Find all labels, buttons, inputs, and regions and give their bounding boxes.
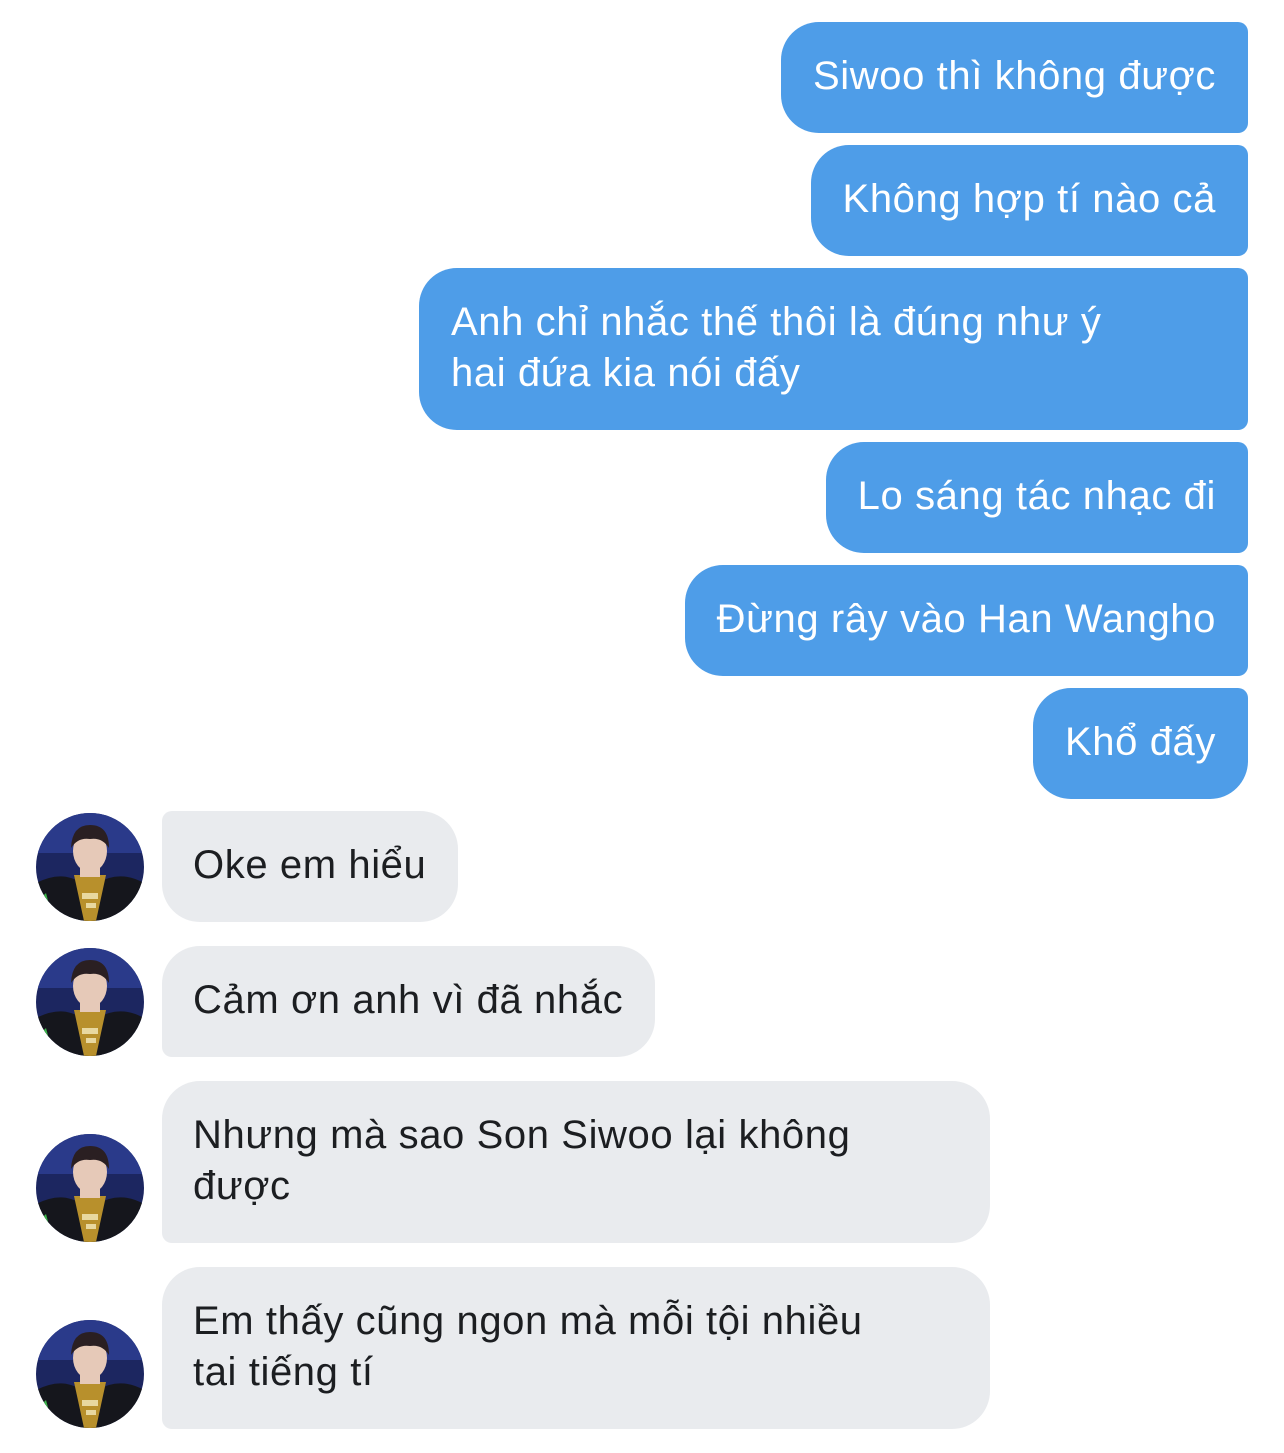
message-text: Oke em hiểu [193, 843, 427, 887]
incoming-message[interactable]: Nhưng mà sao Son Siwoo lại không được [162, 1081, 990, 1243]
message-text: Cảm ơn anh vì đã nhắc [193, 978, 624, 1022]
message-text: Siwoo thì không được [813, 54, 1216, 98]
message-text-line: Em thấy cũng ngon mà mỗi tội nhiều [193, 1299, 863, 1343]
message-text: Lo sáng tác nhạc đi [857, 474, 1216, 518]
outgoing-message[interactable]: Không hợp tí nào cả [810, 145, 1248, 256]
outgoing-message[interactable]: Anh chỉ nhắc thế thôi là đúng như ý hai … [419, 268, 1248, 430]
message-text-line: hai đứa kia nói đấy [451, 351, 801, 395]
contact-avatar[interactable] [36, 1134, 144, 1242]
message-text-line: Nhưng mà sao Son Siwoo lại không [193, 1113, 851, 1157]
contact-avatar[interactable] [36, 948, 144, 1056]
message-text-line: tai tiếng tí [193, 1350, 374, 1394]
outgoing-message[interactable]: Khổ đấy [1033, 688, 1248, 799]
profile-photo-avatar-icon [36, 948, 144, 1056]
incoming-message[interactable]: Em thấy cũng ngon mà mỗi tội nhiều tai t… [162, 1267, 990, 1429]
profile-photo-avatar-icon [36, 1134, 144, 1242]
profile-photo-avatar-icon [36, 813, 144, 921]
message-text: Khổ đấy [1065, 720, 1216, 764]
contact-avatar[interactable] [36, 1320, 144, 1428]
message-text-line: được [193, 1164, 291, 1208]
message-text: Không hợp tí nào cả [842, 177, 1216, 221]
incoming-message[interactable]: Oke em hiểu [162, 811, 459, 922]
incoming-message[interactable]: Cảm ơn anh vì đã nhắc [162, 946, 656, 1057]
outgoing-message[interactable]: Lo sáng tác nhạc đi [825, 442, 1248, 553]
profile-photo-avatar-icon [36, 1320, 144, 1428]
message-text: Đừng rây vào Han Wangho [716, 597, 1216, 641]
outgoing-message[interactable]: Siwoo thì không được [781, 22, 1248, 133]
contact-avatar[interactable] [36, 813, 144, 921]
outgoing-message[interactable]: Đừng rây vào Han Wangho [684, 565, 1248, 676]
message-text-line: Anh chỉ nhắc thế thôi là đúng như ý [451, 300, 1102, 344]
